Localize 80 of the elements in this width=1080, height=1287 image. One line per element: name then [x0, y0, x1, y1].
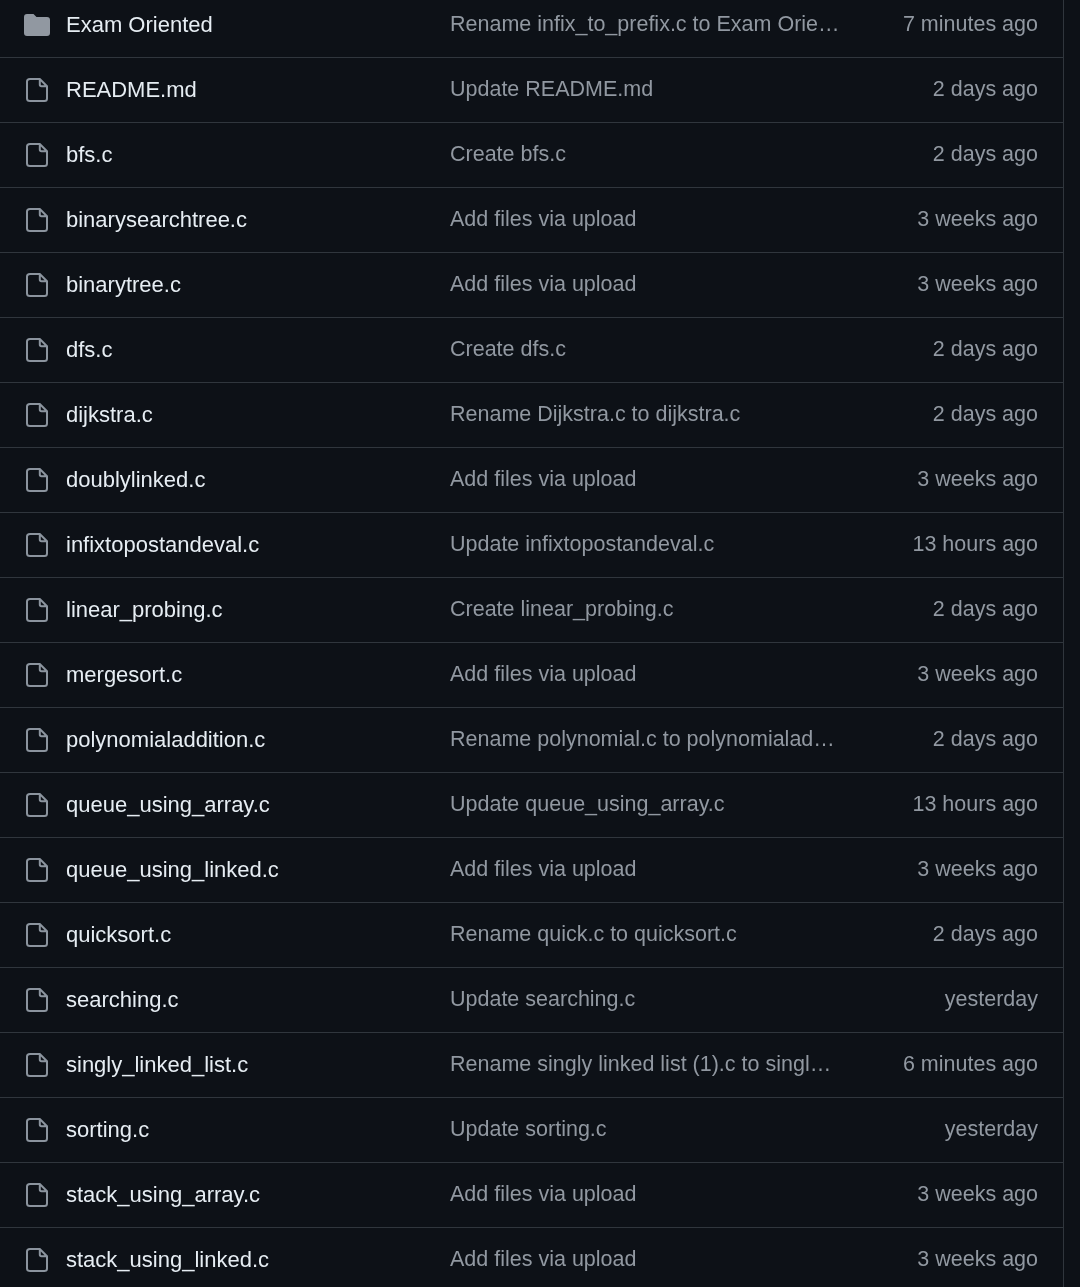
file-icon	[26, 1118, 48, 1142]
folder-icon	[24, 14, 50, 36]
commit-time: 3 weeks ago	[917, 662, 1038, 688]
commit-time: 2 days ago	[932, 597, 1038, 623]
file-icon	[26, 208, 48, 232]
file-icon	[26, 663, 48, 687]
file-name[interactable]: doublylinked.c	[66, 466, 206, 494]
file-name[interactable]: singly_linked_list.c	[66, 1051, 249, 1079]
commit-message[interactable]: Add files via upload	[450, 207, 637, 233]
commit-time: 6 minutes ago	[902, 1052, 1038, 1078]
commit-time: 2 days ago	[932, 922, 1038, 948]
commit-message[interactable]: Create dfs.c	[450, 337, 566, 363]
file-icon	[26, 598, 48, 622]
commit-message[interactable]: Rename infix_to_prefix.c to Exam Orie…	[450, 12, 840, 38]
file-name[interactable]: bfs.c	[66, 141, 113, 169]
commit-time: 3 weeks ago	[917, 857, 1038, 883]
folder-name[interactable]: Exam Oriented	[66, 11, 213, 39]
commit-time: yesterday	[944, 987, 1038, 1013]
file-name[interactable]: infixtopostandeval.c	[66, 531, 260, 559]
file-name[interactable]: binarysearchtree.c	[66, 206, 247, 234]
commit-time: 7 minutes ago	[902, 12, 1038, 38]
commit-message[interactable]: Update sorting.c	[450, 1117, 607, 1143]
commit-time: 13 hours ago	[912, 532, 1038, 558]
file-name[interactable]: quicksort.c	[66, 921, 172, 949]
file-name[interactable]: searching.c	[66, 986, 179, 1014]
commit-message[interactable]: Create bfs.c	[450, 142, 566, 168]
commit-time: 2 days ago	[932, 337, 1038, 363]
commit-message[interactable]: Rename Dijkstra.c to dijkstra.c	[450, 402, 741, 428]
file-name[interactable]: linear_probing.c	[66, 596, 223, 624]
file-icon	[26, 858, 48, 882]
commit-message[interactable]: Update infixtopostandeval.c	[450, 532, 715, 558]
file-icon	[26, 143, 48, 167]
file-icon	[26, 1053, 48, 1077]
file-icon	[26, 1183, 48, 1207]
commit-message[interactable]: Add files via upload	[450, 857, 637, 883]
commit-time: 3 weeks ago	[917, 207, 1038, 233]
file-icon	[26, 533, 48, 557]
commit-time: 3 weeks ago	[917, 1182, 1038, 1208]
file-icon	[26, 923, 48, 947]
file-icon	[26, 1248, 48, 1272]
file-icon	[26, 273, 48, 297]
commit-time: 2 days ago	[932, 402, 1038, 428]
file-name[interactable]: polynomialaddition.c	[66, 726, 266, 754]
commit-message[interactable]: Add files via upload	[450, 272, 637, 298]
file-icon	[26, 793, 48, 817]
file-icon	[26, 338, 48, 362]
commit-message[interactable]: Update README.md	[450, 77, 654, 103]
file-name[interactable]: binarytree.c	[66, 271, 181, 299]
file-name[interactable]: stack_using_array.c	[66, 1181, 260, 1209]
file-name[interactable]: queue_using_linked.c	[66, 856, 279, 884]
commit-time: 2 days ago	[932, 77, 1038, 103]
commit-message[interactable]: Rename quick.c to quicksort.c	[450, 922, 737, 948]
commit-message[interactable]: Add files via upload	[450, 1247, 637, 1273]
file-icon	[26, 78, 48, 102]
commit-message[interactable]: Rename polynomial.c to polynomialad…	[450, 727, 835, 753]
file-name[interactable]: README.md	[66, 76, 197, 104]
file-icon	[26, 468, 48, 492]
file-name[interactable]: stack_using_linked.c	[66, 1246, 269, 1274]
commit-time: 3 weeks ago	[917, 272, 1038, 298]
file-icon	[26, 728, 48, 752]
file-icon	[26, 403, 48, 427]
commit-message[interactable]: Rename singly linked list (1).c to singl…	[450, 1052, 832, 1078]
commit-time: 2 days ago	[932, 727, 1038, 753]
commit-time: 2 days ago	[932, 142, 1038, 168]
commit-time: 3 weeks ago	[917, 1247, 1038, 1273]
file-name[interactable]: mergesort.c	[66, 661, 183, 689]
file-name[interactable]: queue_using_array.c	[66, 791, 270, 819]
file-name[interactable]: dfs.c	[66, 336, 113, 364]
commit-message[interactable]: Update searching.c	[450, 987, 636, 1013]
file-name[interactable]: dijkstra.c	[66, 401, 153, 429]
commit-time: 3 weeks ago	[917, 467, 1038, 493]
commit-message[interactable]: Create linear_probing.c	[450, 597, 674, 623]
file-name[interactable]: sorting.c	[66, 1116, 150, 1144]
commit-message[interactable]: Add files via upload	[450, 1182, 637, 1208]
commit-message[interactable]: Add files via upload	[450, 467, 637, 493]
file-icon	[26, 988, 48, 1012]
commit-time: yesterday	[944, 1117, 1038, 1143]
commit-message[interactable]: Add files via upload	[450, 662, 637, 688]
commit-time: 13 hours ago	[912, 792, 1038, 818]
commit-message[interactable]: Update queue_using_array.c	[450, 792, 725, 818]
